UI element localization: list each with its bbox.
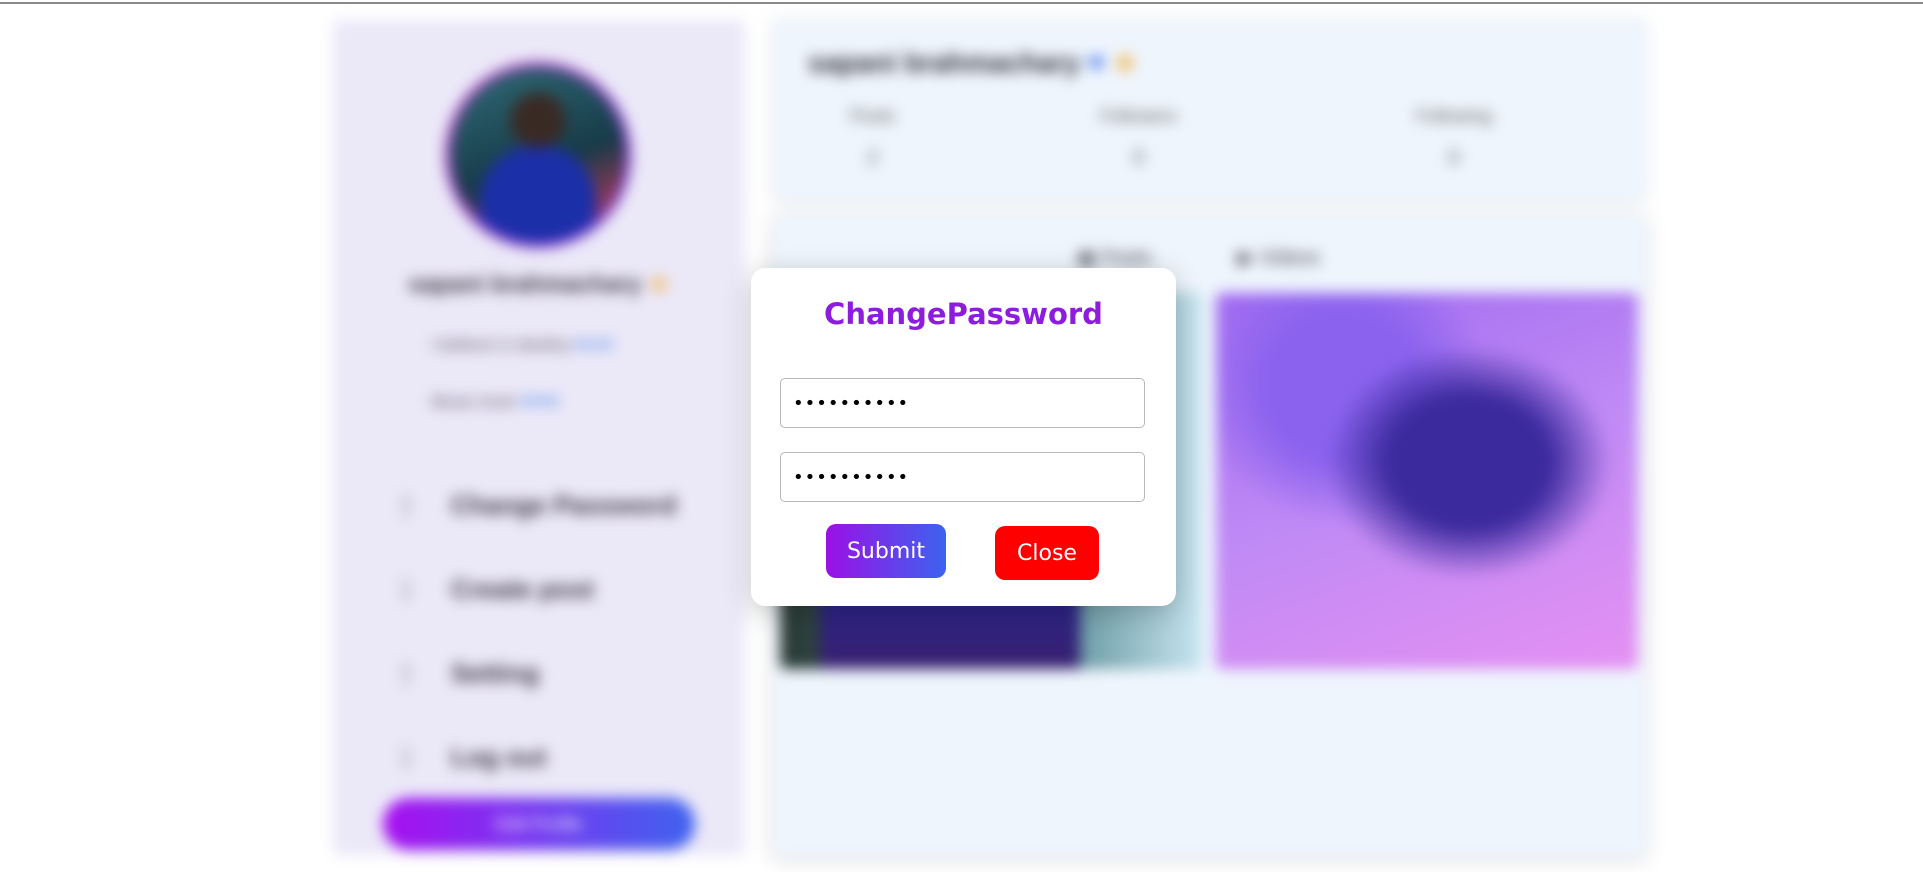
chevron-right-icon: ⟩ (401, 574, 412, 604)
bio-line-2-text: Music lover (431, 392, 517, 411)
sidebar-username-text: sapani brahmachary (408, 271, 642, 298)
tab-label: Videos (1258, 247, 1320, 269)
chevron-right-icon: ⟩ (401, 742, 412, 772)
bio-line-1-text: I believe in destiny (431, 335, 571, 354)
avatar-ring (445, 62, 631, 248)
stat-label: Following (1416, 106, 1493, 126)
bio-line-1: I believe in destiny ♥●♥ (431, 335, 615, 355)
stat-following: Following 0 (1416, 106, 1492, 170)
heart-icon: ♥ (1088, 47, 1105, 78)
sidebar-item-label: Setting (451, 658, 540, 688)
chevron-right-icon: ⟩ (401, 658, 412, 688)
star-icon: ★ (648, 271, 670, 298)
dialog-title: ChangePassword (824, 297, 1103, 331)
sidebar-item-log-out[interactable]: ⟩ Log out (401, 742, 546, 773)
tab-label: Posts (1101, 247, 1152, 269)
stat-label: Followers (1100, 106, 1178, 126)
chevron-right-icon: ⟩ (401, 490, 412, 520)
submit-button[interactable]: Submit (826, 524, 946, 578)
star-icon: ★ (1112, 47, 1138, 78)
stat-value: 0 (1448, 147, 1460, 169)
sidebar-item-label: Change Password (451, 490, 677, 520)
new-password-field[interactable] (780, 378, 1145, 428)
stat-value: 0 (1132, 147, 1145, 169)
image-icon: ▣ (1077, 247, 1096, 269)
bio-line-2: Music lover ♥♥♥ (431, 392, 561, 412)
stat-value: 2 (866, 147, 879, 169)
profile-username-text: sapani brahmachary (808, 47, 1081, 78)
profile-username: sapani brahmachary ♥ ★ (808, 46, 1138, 79)
profile-header: sapani brahmachary ♥ ★ Posts 2 Followers… (772, 18, 1646, 201)
stat-followers: Followers 0 (1100, 106, 1177, 170)
sidebar-item-setting[interactable]: ⟩ Setting (401, 658, 539, 689)
change-password-dialog: ChangePassword Submit Close (751, 268, 1176, 606)
profile-sidebar: sapani brahmachary ★ I believe in destin… (333, 20, 745, 855)
tab-videos[interactable]: ▶ Videos (1238, 245, 1320, 270)
stat-posts: Posts 2 (850, 106, 895, 170)
sidebar-username: sapani brahmachary ★ (333, 270, 745, 299)
close-button[interactable]: Close (995, 526, 1099, 580)
sidebar-item-label: Create post (451, 574, 595, 604)
sidebar-item-change-password[interactable]: ⟩ Change Password (401, 490, 676, 521)
heart-icons: ♥●♥ (575, 335, 616, 354)
sidebar-item-label: Log out (451, 742, 547, 772)
heart-icons: ♥♥♥ (521, 392, 561, 411)
confirm-password-field[interactable] (780, 452, 1145, 502)
stat-label: Posts (850, 106, 896, 126)
edit-profile-button[interactable]: Edit Profile (383, 798, 695, 850)
post-thumbnail[interactable] (1216, 293, 1638, 669)
video-icon: ▶ (1238, 247, 1254, 269)
avatar[interactable] (451, 68, 625, 242)
tab-posts[interactable]: ▣ Posts (1077, 245, 1152, 270)
sidebar-item-create-post[interactable]: ⟩ Create post (401, 574, 594, 605)
